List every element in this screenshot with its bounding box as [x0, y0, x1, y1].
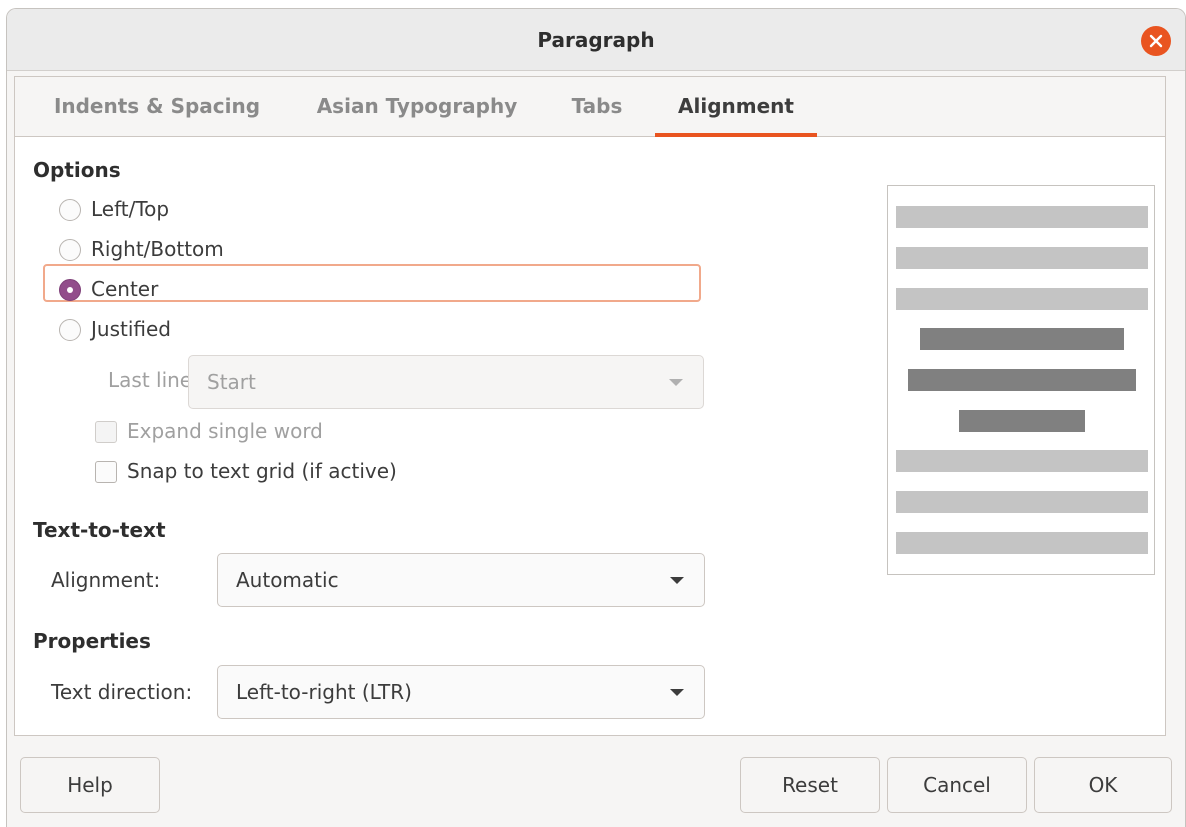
tab-notebook: Indents & Spacing Asian Typography Tabs … [14, 76, 1166, 736]
preview-line [896, 206, 1148, 228]
preview-line [896, 288, 1148, 310]
ok-button[interactable]: OK [1034, 757, 1172, 813]
reset-button[interactable]: Reset [740, 757, 880, 813]
last-line-label: Last line: [108, 368, 199, 392]
radio-right-bottom-label[interactable]: Right/Bottom [91, 237, 224, 261]
preview-line [896, 532, 1148, 554]
options-heading: Options [33, 158, 121, 182]
radio-justified[interactable] [59, 319, 81, 341]
tab-asian-typography[interactable]: Asian Typography [297, 77, 537, 136]
radio-left-top-label[interactable]: Left/Top [91, 197, 169, 221]
text-direction-label: Text direction: [51, 680, 193, 704]
properties-heading: Properties [33, 629, 151, 653]
preview-line [896, 491, 1148, 513]
radio-justified-label[interactable]: Justified [91, 317, 171, 341]
text-direction-select[interactable]: Left-to-right (LTR) [217, 665, 705, 719]
chevron-down-icon [670, 689, 684, 696]
preview-line-active [908, 369, 1136, 391]
tab-bar: Indents & Spacing Asian Typography Tabs … [15, 77, 1165, 137]
last-line-value: Start [207, 370, 256, 394]
expand-single-word-label: Expand single word [127, 419, 323, 443]
tab-tabs[interactable]: Tabs [557, 77, 637, 136]
alignment-label: Alignment: [51, 568, 161, 592]
snap-to-grid-label[interactable]: Snap to text grid (if active) [127, 459, 397, 483]
last-line-select: Start [188, 355, 704, 409]
title-bar: Paragraph [7, 9, 1185, 71]
radio-center-label[interactable]: Center [91, 277, 158, 301]
preview-line [896, 450, 1148, 472]
alignment-value: Automatic [236, 568, 339, 592]
alignment-select[interactable]: Automatic [217, 553, 705, 607]
snap-to-grid-checkbox[interactable] [95, 461, 117, 483]
preview-line [896, 247, 1148, 269]
radio-right-bottom[interactable] [59, 239, 81, 261]
tab-indents-spacing[interactable]: Indents & Spacing [37, 77, 277, 136]
alignment-preview [887, 185, 1155, 575]
chevron-down-icon [670, 577, 684, 584]
close-icon [1149, 34, 1163, 48]
radio-center[interactable] [59, 279, 81, 301]
dialog-title: Paragraph [537, 28, 655, 52]
radio-left-top[interactable] [59, 199, 81, 221]
expand-single-word-checkbox [95, 421, 117, 443]
preview-line-active [959, 410, 1085, 432]
text-direction-value: Left-to-right (LTR) [236, 680, 412, 704]
preview-line-active [920, 328, 1124, 350]
cancel-button[interactable]: Cancel [887, 757, 1027, 813]
close-button[interactable] [1141, 26, 1171, 56]
text-to-text-heading: Text-to-text [33, 518, 166, 542]
tab-alignment[interactable]: Alignment [655, 77, 817, 137]
chevron-down-icon [669, 379, 683, 386]
help-button[interactable]: Help [20, 757, 160, 813]
